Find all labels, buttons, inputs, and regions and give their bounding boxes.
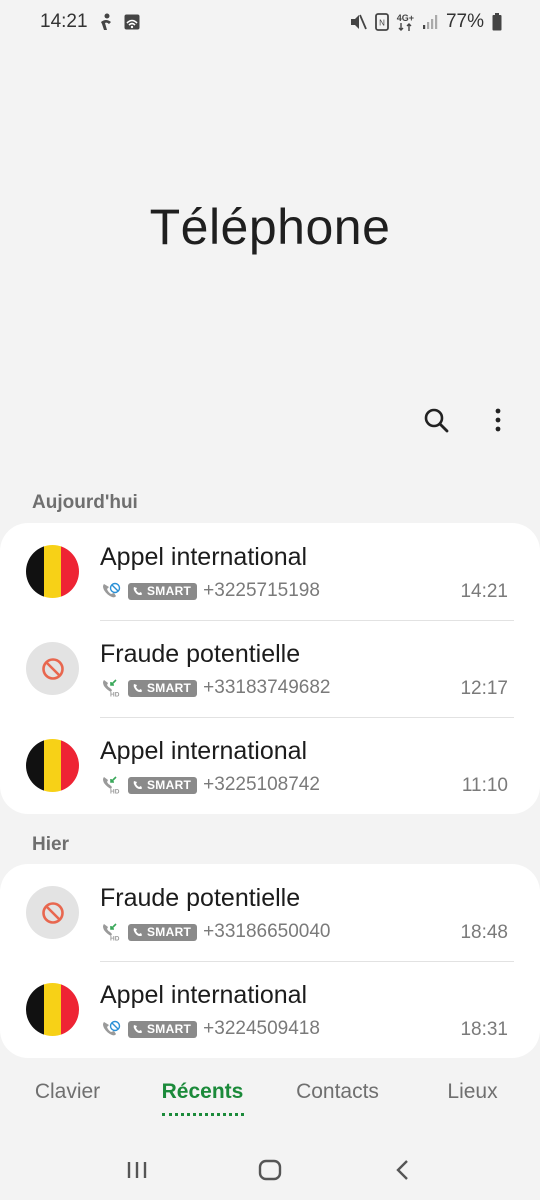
smart-badge: SMART <box>128 582 198 600</box>
call-name: Appel international <box>100 737 308 765</box>
tab-contacts[interactable]: Contacts <box>270 1080 405 1120</box>
call-row[interactable]: Appel international HD SMART +3225108742… <box>0 717 540 814</box>
call-time: 14:21 <box>460 581 508 602</box>
section-header-yesterday: Hier <box>32 834 69 855</box>
status-bar: 14:21 N 4G+ 77% <box>0 0 540 44</box>
call-row[interactable]: Fraude potentielle HD SMART +33186650040… <box>0 864 540 961</box>
call-number: +33183749682 <box>203 677 331 698</box>
recent-apps-icon <box>127 1162 146 1178</box>
call-time: 18:48 <box>460 922 508 943</box>
wifi-call-icon <box>100 1019 122 1039</box>
flag-belgium-icon <box>26 983 79 1036</box>
block-icon <box>41 657 64 680</box>
smart-badge: SMART <box>128 923 198 941</box>
search-button[interactable] <box>416 400 456 440</box>
hd-incoming-call-icon: HD <box>100 678 122 698</box>
smart-badge: SMART <box>128 679 198 697</box>
call-time: 11:10 <box>461 775 508 796</box>
call-number: +3225108742 <box>203 774 320 795</box>
call-row[interactable]: Appel international SMART +3224509418 18… <box>0 961 540 1058</box>
phone-icon <box>133 928 142 936</box>
call-row[interactable]: Appel international SMART +3225715198 14… <box>0 523 540 620</box>
mute-icon <box>349 13 367 31</box>
svg-text:HD: HD <box>110 936 120 942</box>
more-options-icon <box>495 408 501 432</box>
search-icon <box>424 408 449 433</box>
call-list-yesterday: Fraude potentielle HD SMART +33186650040… <box>0 864 540 1058</box>
signal-icon <box>422 14 438 30</box>
home-button[interactable] <box>250 1150 290 1190</box>
status-time: 14:21 <box>40 11 88 32</box>
network-4g-icon: 4G+ <box>397 13 414 31</box>
call-meta: SMART +3224509418 <box>100 1018 320 1040</box>
recent-apps-button[interactable] <box>117 1150 157 1190</box>
phone-icon <box>133 684 142 692</box>
screen-cast-icon <box>124 14 140 30</box>
wifi-call-icon <box>100 581 122 601</box>
phone-icon <box>133 1025 142 1033</box>
hd-incoming-call-icon: HD <box>100 775 122 795</box>
call-meta: SMART +3225715198 <box>100 580 320 602</box>
avatar-flag-belgium <box>26 739 79 792</box>
back-button[interactable] <box>383 1150 423 1190</box>
bottom-tabs: Clavier Récents Contacts Lieux <box>0 1080 540 1120</box>
call-number: +33186650040 <box>203 921 331 942</box>
call-row[interactable]: Fraude potentielle HD SMART +33183749682… <box>0 620 540 717</box>
flag-belgium-icon <box>26 545 79 598</box>
phone-icon <box>133 587 142 595</box>
tab-recents[interactable]: Récents <box>135 1080 270 1120</box>
call-number: +3224509418 <box>203 1018 320 1039</box>
call-name: Fraude potentielle <box>100 884 301 912</box>
home-icon <box>258 1159 282 1181</box>
hd-incoming-call-icon: HD <box>100 922 122 942</box>
call-name: Appel international <box>100 543 308 571</box>
back-icon <box>396 1160 409 1180</box>
svg-text:HD: HD <box>110 789 120 795</box>
battery-percent: 77% <box>445 11 484 32</box>
section-header-today: Aujourd'hui <box>32 492 138 513</box>
avatar-flag-belgium <box>26 545 79 598</box>
svg-text:HD: HD <box>110 692 120 698</box>
call-name: Appel international <box>100 981 308 1009</box>
accessibility-icon <box>98 13 114 31</box>
call-number: +3225715198 <box>203 580 320 601</box>
block-icon <box>41 901 64 924</box>
tab-lieux[interactable]: Lieux <box>405 1080 540 1120</box>
nfc-icon: N <box>374 13 389 31</box>
more-options-button[interactable] <box>478 400 518 440</box>
call-time: 18:31 <box>460 1019 508 1040</box>
call-meta: HD SMART +33186650040 <box>100 921 331 943</box>
flag-belgium-icon <box>26 739 79 792</box>
battery-icon <box>492 13 502 31</box>
call-meta: HD SMART +33183749682 <box>100 677 331 699</box>
avatar-blocked <box>26 886 79 939</box>
call-meta: HD SMART +3225108742 <box>100 774 320 796</box>
tab-clavier[interactable]: Clavier <box>0 1080 135 1120</box>
smart-badge: SMART <box>128 776 198 794</box>
system-nav-bar <box>0 1145 540 1195</box>
call-list-today: Appel international SMART +3225715198 14… <box>0 523 540 814</box>
call-time: 12:17 <box>460 678 508 699</box>
toolbar <box>416 400 518 440</box>
avatar-blocked <box>26 642 79 695</box>
page-title: Téléphone <box>149 199 391 255</box>
phone-icon <box>133 781 142 789</box>
avatar-flag-belgium <box>26 983 79 1036</box>
call-name: Fraude potentielle <box>100 640 301 668</box>
svg-text:N: N <box>379 19 385 28</box>
smart-badge: SMART <box>128 1020 198 1038</box>
